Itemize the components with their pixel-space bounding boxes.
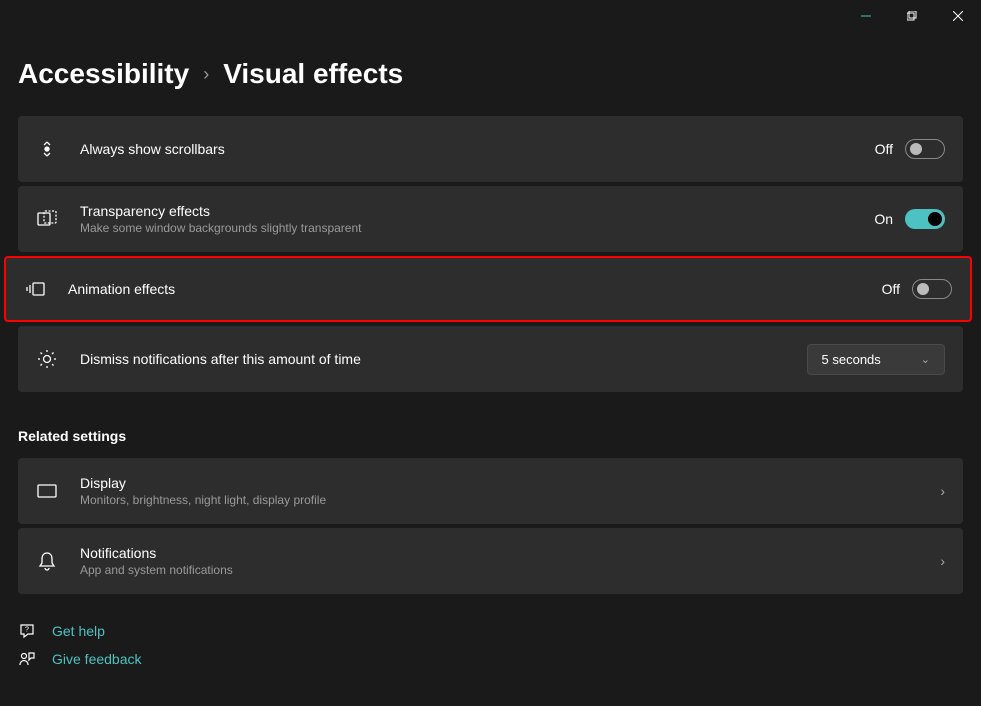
minimize-icon <box>861 11 871 21</box>
setting-control: Off <box>875 139 945 159</box>
minimize-button[interactable] <box>843 0 889 32</box>
toggle-state-label: On <box>874 211 893 227</box>
animation-icon <box>24 278 46 300</box>
dropdown-value: 5 seconds <box>822 352 881 367</box>
setting-title: Notifications <box>80 545 918 561</box>
chevron-right-icon: › <box>940 483 945 499</box>
chevron-down-icon: ⌄ <box>921 353 930 366</box>
notifications-link-row[interactable]: Notifications App and system notificatio… <box>18 528 963 594</box>
help-icon: ? <box>18 622 36 640</box>
page-title: Visual effects <box>223 58 403 90</box>
setting-text: Animation effects <box>68 281 860 297</box>
animation-toggle[interactable] <box>912 279 952 299</box>
setting-text: Notifications App and system notificatio… <box>80 545 918 577</box>
transparency-setting-row: Transparency effects Make some window ba… <box>18 186 963 252</box>
setting-text: Display Monitors, brightness, night ligh… <box>80 475 918 507</box>
close-button[interactable] <box>935 0 981 32</box>
dismiss-setting-row: Dismiss notifications after this amount … <box>18 326 963 392</box>
setting-text: Dismiss notifications after this amount … <box>80 351 785 367</box>
toggle-state-label: Off <box>882 281 900 297</box>
chevron-right-icon: › <box>940 553 945 569</box>
related-settings-list: Display Monitors, brightness, night ligh… <box>18 458 963 594</box>
settings-list: Always show scrollbars Off Transparency … <box>18 116 963 392</box>
help-link-text: Give feedback <box>52 651 142 667</box>
svg-text:?: ? <box>25 627 29 634</box>
related-settings-header: Related settings <box>18 428 963 444</box>
display-icon <box>36 480 58 502</box>
help-links: ? Get help Give feedback <box>18 622 963 668</box>
setting-text: Always show scrollbars <box>80 141 853 157</box>
dismiss-dropdown[interactable]: 5 seconds ⌄ <box>807 344 945 375</box>
feedback-icon <box>18 650 36 668</box>
get-help-link[interactable]: ? Get help <box>18 622 963 640</box>
setting-title: Animation effects <box>68 281 860 297</box>
maximize-button[interactable] <box>889 0 935 32</box>
animation-setting-row: Animation effects Off <box>4 256 972 322</box>
titlebar <box>0 0 981 32</box>
setting-title: Display <box>80 475 918 491</box>
setting-subtitle: Make some window backgrounds slightly tr… <box>80 221 852 235</box>
brightness-icon <box>36 348 58 370</box>
give-feedback-link[interactable]: Give feedback <box>18 650 963 668</box>
bell-icon <box>36 550 58 572</box>
maximize-icon <box>907 11 917 21</box>
display-link-row[interactable]: Display Monitors, brightness, night ligh… <box>18 458 963 524</box>
setting-subtitle: Monitors, brightness, night light, displ… <box>80 493 918 507</box>
transparency-icon <box>36 208 58 230</box>
scrollbars-toggle[interactable] <box>905 139 945 159</box>
close-icon <box>953 11 963 21</box>
setting-title: Dismiss notifications after this amount … <box>80 351 785 367</box>
setting-text: Transparency effects Make some window ba… <box>80 203 852 235</box>
help-link-text: Get help <box>52 623 105 639</box>
setting-title: Always show scrollbars <box>80 141 853 157</box>
setting-control: On <box>874 209 945 229</box>
toggle-state-label: Off <box>875 141 893 157</box>
setting-control: Off <box>882 279 952 299</box>
scrollbars-icon <box>36 138 58 160</box>
breadcrumb-parent[interactable]: Accessibility <box>18 58 189 90</box>
chevron-right-icon: › <box>203 64 209 85</box>
breadcrumb: Accessibility › Visual effects <box>18 58 963 90</box>
content-area: Accessibility › Visual effects Always sh… <box>0 32 981 688</box>
setting-title: Transparency effects <box>80 203 852 219</box>
scrollbars-setting-row: Always show scrollbars Off <box>18 116 963 182</box>
setting-subtitle: App and system notifications <box>80 563 918 577</box>
transparency-toggle[interactable] <box>905 209 945 229</box>
